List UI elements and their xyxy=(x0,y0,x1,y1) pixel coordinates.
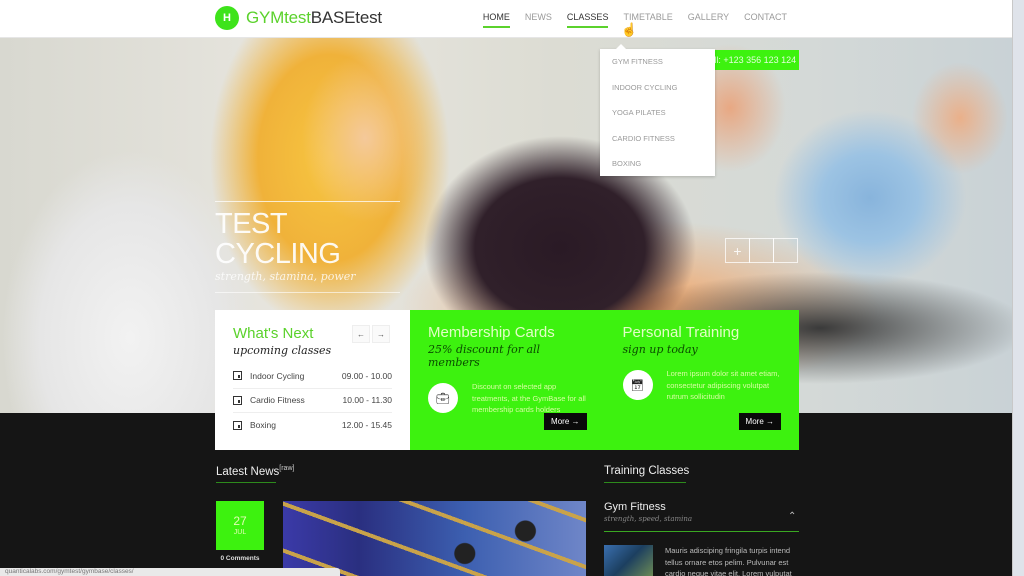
dropdown-item-yoga-pilates[interactable]: YOGA PILATES xyxy=(600,106,715,132)
nav-home[interactable]: HOME xyxy=(482,12,510,28)
personal-training-subtitle: sign up today xyxy=(622,343,698,356)
news-date-badge: 27 JUL xyxy=(216,501,264,550)
nav-news[interactable]: NEWS xyxy=(525,12,552,26)
feature-boxes: What's Next upcoming classes ← → Indoor … xyxy=(215,310,799,450)
news-comments-link[interactable]: 0 Comments xyxy=(216,555,264,562)
class-row[interactable]: Indoor Cycling 09.00 - 10.00 xyxy=(233,364,392,389)
latest-news-title: Latest News xyxy=(216,465,280,478)
membership-title: Membership Cards xyxy=(428,324,555,341)
class-name: Indoor Cycling xyxy=(250,370,305,381)
chevron-up-icon[interactable]: ⌃ xyxy=(788,511,796,522)
whats-next-subtitle: upcoming classes xyxy=(233,344,332,357)
dropdown-item-gym-fitness[interactable]: GYM FITNESS xyxy=(600,55,715,81)
logo-dumbbell-icon: H xyxy=(215,6,239,30)
calendar-icon: 📅︎ xyxy=(622,370,653,401)
whats-next-arrows: ← → xyxy=(352,325,390,343)
membership-subtitle: 25% discount for all members xyxy=(428,343,541,369)
hero-title: TEST CYCLING xyxy=(215,208,341,270)
class-row[interactable]: Cardio Fitness 10.00 - 11.30 xyxy=(233,389,392,413)
logo-text-part2: BASEtest xyxy=(310,8,382,27)
slider-next-button[interactable] xyxy=(773,238,798,263)
calendar-icon xyxy=(233,395,242,405)
logo-text-part1: GYMtest xyxy=(246,8,311,27)
news-date-month: JUL xyxy=(233,529,247,536)
training-classes-heading: Training Classes xyxy=(604,465,690,477)
membership-text: Discount on selected app treatments, at … xyxy=(472,382,586,414)
prev-arrow-button[interactable]: ← xyxy=(352,325,370,343)
slider-prev-button[interactable] xyxy=(749,238,774,263)
personal-training-text: Lorem ipsum dolor sit amet etiam, consec… xyxy=(666,369,780,401)
slider-plus-button[interactable]: + xyxy=(725,238,750,263)
gym-fitness-text: Mauris adisciping fringila turpis intend… xyxy=(665,546,792,576)
calendar-icon xyxy=(233,420,242,430)
nav-contact[interactable]: CONTACT xyxy=(744,12,787,26)
accordion-gym-fitness-title[interactable]: Gym Fitness xyxy=(604,501,666,513)
site-header: H GYMtestBASEtest HOME NEWS CLASSES TIME… xyxy=(0,0,1012,38)
dropdown-item-boxing[interactable]: BOXING xyxy=(600,157,715,183)
membership-box: Membership Cards 25% discount for all me… xyxy=(410,310,605,450)
classes-dropdown-menu: GYM FITNESS INDOOR CYCLING YOGA PILATES … xyxy=(600,44,715,176)
news-date-day: 27 xyxy=(233,514,247,528)
class-row[interactable]: Boxing 12.00 - 15.45 xyxy=(233,413,392,438)
nav-gallery[interactable]: GALLERY xyxy=(688,12,729,26)
personal-training-title: Personal Training xyxy=(622,324,740,341)
class-name: Boxing xyxy=(250,420,276,431)
hand-cursor-icon: ☝ xyxy=(621,22,638,37)
logo-text: GYMtestBASEtest xyxy=(246,8,382,28)
whats-next-box: What's Next upcoming classes ← → Indoor … xyxy=(215,310,410,450)
membership-more-button[interactable]: More → xyxy=(544,413,587,430)
personal-training-body: 📅︎ Lorem ipsum dolor sit amet etiam, con… xyxy=(622,368,782,403)
class-time: 10.00 - 11.30 xyxy=(342,395,392,406)
calendar-icon xyxy=(233,371,242,381)
class-time: 09.00 - 10.00 xyxy=(341,370,392,381)
news-divider xyxy=(216,482,276,483)
class-name: Cardio Fitness xyxy=(250,395,305,406)
news-image[interactable] xyxy=(283,501,586,576)
personal-training-more-button[interactable]: More → xyxy=(738,413,781,430)
nav-classes[interactable]: CLASSES xyxy=(566,12,608,28)
page-scrollbar[interactable] xyxy=(1012,0,1024,576)
accordion-gym-fitness-subtitle: strength, speed, stamina xyxy=(604,515,693,523)
membership-body: 💼︎ Discount on selected app treatments, … xyxy=(428,381,587,416)
class-time: 12.00 - 15.45 xyxy=(341,420,392,431)
briefcase-icon: 💼︎ xyxy=(428,383,458,414)
dropdown-item-indoor-cycling[interactable]: INDOOR CYCLING xyxy=(600,81,715,107)
latest-news-heading: Latest News[raw] xyxy=(216,465,294,478)
latest-news-tag: [raw] xyxy=(279,465,295,472)
hero-subtitle: strength, stamina, power xyxy=(215,270,356,283)
browser-status-url: quanticalabs.com/gymtest/gymbase/classes… xyxy=(0,568,340,576)
personal-training-box: Personal Training sign up today 📅︎ Lorem… xyxy=(604,310,799,450)
page: H GYMtestBASEtest HOME NEWS CLASSES TIME… xyxy=(0,0,1024,576)
slider-controls: + xyxy=(725,238,798,263)
next-arrow-button[interactable]: → xyxy=(372,325,390,343)
training-divider xyxy=(604,482,686,483)
gym-fitness-thumbnail xyxy=(604,545,653,576)
accordion-divider xyxy=(604,531,799,532)
dropdown-item-cardio-fitness[interactable]: CARDIO FITNESS xyxy=(600,132,715,158)
logo[interactable]: H GYMtestBASEtest xyxy=(215,6,382,30)
upcoming-class-list: Indoor Cycling 09.00 - 10.00 Cardio Fitn… xyxy=(233,364,392,438)
hero-caption: TEST CYCLING strength, stamina, power xyxy=(215,201,400,293)
